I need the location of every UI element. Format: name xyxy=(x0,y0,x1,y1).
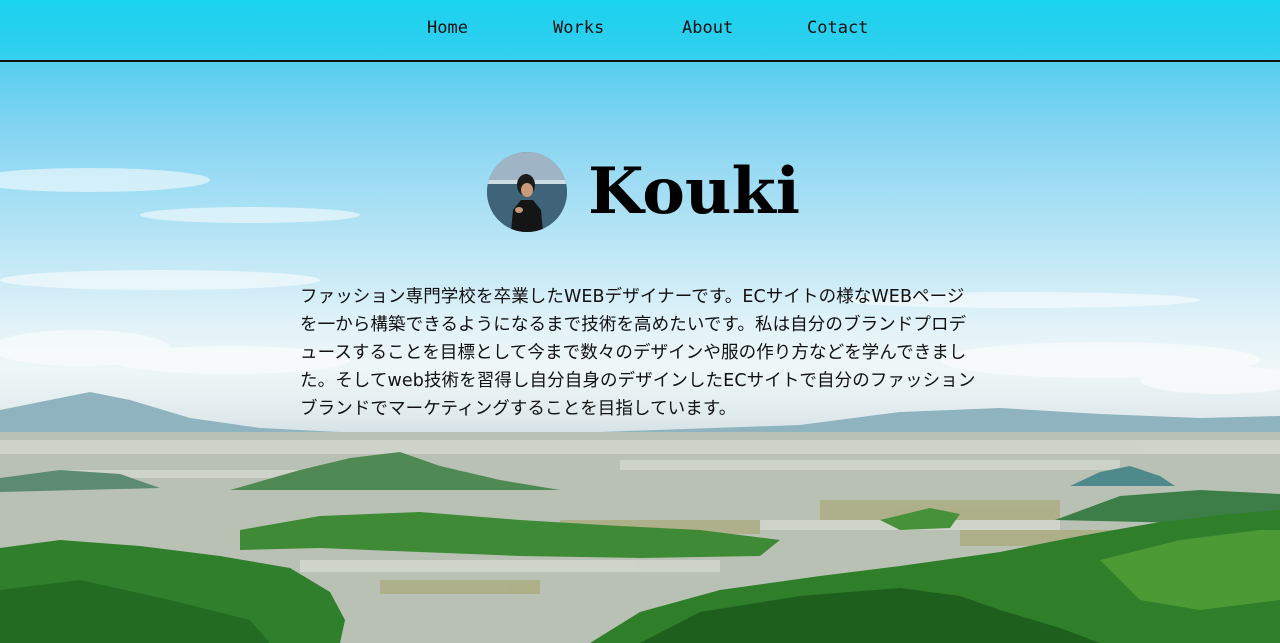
profile-avatar xyxy=(487,152,567,232)
intro-paragraph: ファッション専門学校を卒業したWEBデザイナーです。ECサイトの様なWEBページ… xyxy=(300,287,976,419)
nav-about-link[interactable]: About xyxy=(682,18,733,38)
site-title: Kouki xyxy=(588,154,801,229)
profile-photo-icon xyxy=(487,152,567,232)
nav-works-link[interactable]: Works xyxy=(553,18,604,38)
nav-contact-link[interactable]: Cotact xyxy=(807,18,868,38)
top-navigation: Home Works About Cotact xyxy=(0,0,1280,62)
nav-home-link[interactable]: Home xyxy=(427,18,468,38)
